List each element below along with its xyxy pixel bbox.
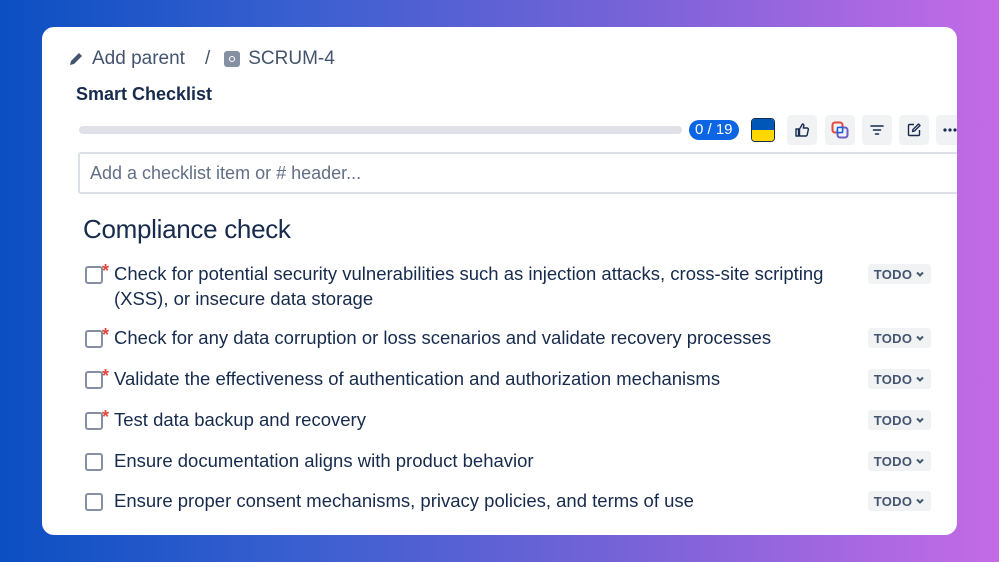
- item-checkbox[interactable]: [85, 266, 103, 284]
- required-marker: *: [102, 325, 110, 345]
- status-dropdown[interactable]: TODO: [868, 451, 931, 471]
- item-text: Validate the effectiveness of authentica…: [114, 368, 721, 389]
- item-text: Ensure documentation aligns with product…: [114, 450, 534, 471]
- item-text: Check for potential security vulnerabili…: [114, 263, 824, 309]
- status-label: TODO: [873, 371, 913, 387]
- section-header: Compliance check: [83, 214, 291, 244]
- item-checkbox[interactable]: [85, 412, 103, 430]
- item-checkbox[interactable]: [85, 493, 103, 511]
- breadcrumb-separator: /: [204, 48, 211, 69]
- chevron-down-icon: [916, 417, 924, 423]
- chevron-down-icon: [916, 335, 924, 341]
- breadcrumb: Add parent / SCRUM-4: [68, 47, 335, 71]
- status-label: TODO: [873, 266, 913, 282]
- more-icon: [943, 128, 957, 132]
- status-dropdown[interactable]: TODO: [868, 328, 931, 348]
- status-label: TODO: [873, 453, 913, 469]
- status-label: TODO: [873, 493, 913, 509]
- sync-button[interactable]: [825, 115, 855, 145]
- item-text: Ensure proper consent mechanisms, privac…: [114, 490, 694, 511]
- issue-type-icon: [224, 51, 241, 67]
- required-marker: *: [102, 407, 110, 427]
- more-button[interactable]: [936, 115, 957, 145]
- add-parent-label: Add parent: [92, 48, 185, 69]
- add-item-input[interactable]: [78, 152, 957, 194]
- item-checkbox[interactable]: [85, 330, 103, 348]
- issue-key: SCRUM-4: [248, 48, 335, 69]
- status-label: TODO: [873, 330, 913, 346]
- status-dropdown[interactable]: TODO: [868, 491, 931, 511]
- sync-icon: [831, 121, 849, 139]
- item-checkbox[interactable]: [85, 453, 103, 471]
- ukraine-flag-button[interactable]: [748, 115, 778, 145]
- thumbs-up-button[interactable]: [787, 115, 817, 145]
- chevron-down-icon: [916, 271, 924, 277]
- required-marker: *: [102, 366, 110, 386]
- edit-button[interactable]: [899, 115, 929, 145]
- issue-key-link[interactable]: SCRUM-4: [224, 48, 335, 70]
- required-marker: *: [102, 261, 110, 281]
- item-text: Test data backup and recovery: [114, 409, 366, 430]
- chevron-down-icon: [916, 376, 924, 382]
- app-title: Smart Checklist: [76, 84, 213, 104]
- progress-row: 0 / 19: [79, 115, 957, 147]
- checklist-card: Add parent / SCRUM-4 Smart Checklist 0 /…: [42, 27, 957, 535]
- status-dropdown[interactable]: TODO: [868, 369, 931, 389]
- progress-count-badge: 0 / 19: [689, 120, 739, 140]
- status-dropdown[interactable]: TODO: [868, 410, 931, 430]
- chevron-down-icon: [916, 498, 924, 504]
- item-text: Check for any data corruption or loss sc…: [114, 327, 772, 348]
- status-label: TODO: [873, 412, 913, 428]
- filter-button[interactable]: [862, 115, 892, 145]
- add-parent-link[interactable]: Add parent: [68, 48, 185, 70]
- pencil-icon: [70, 53, 82, 65]
- edit-icon: [907, 123, 921, 137]
- thumbs-up-icon: [795, 123, 810, 137]
- filter-icon: [870, 125, 884, 135]
- progress-bar: [79, 126, 682, 134]
- status-dropdown[interactable]: TODO: [868, 264, 931, 284]
- ukraine-flag-icon: [751, 118, 775, 142]
- chevron-down-icon: [916, 458, 924, 464]
- item-checkbox[interactable]: [85, 371, 103, 389]
